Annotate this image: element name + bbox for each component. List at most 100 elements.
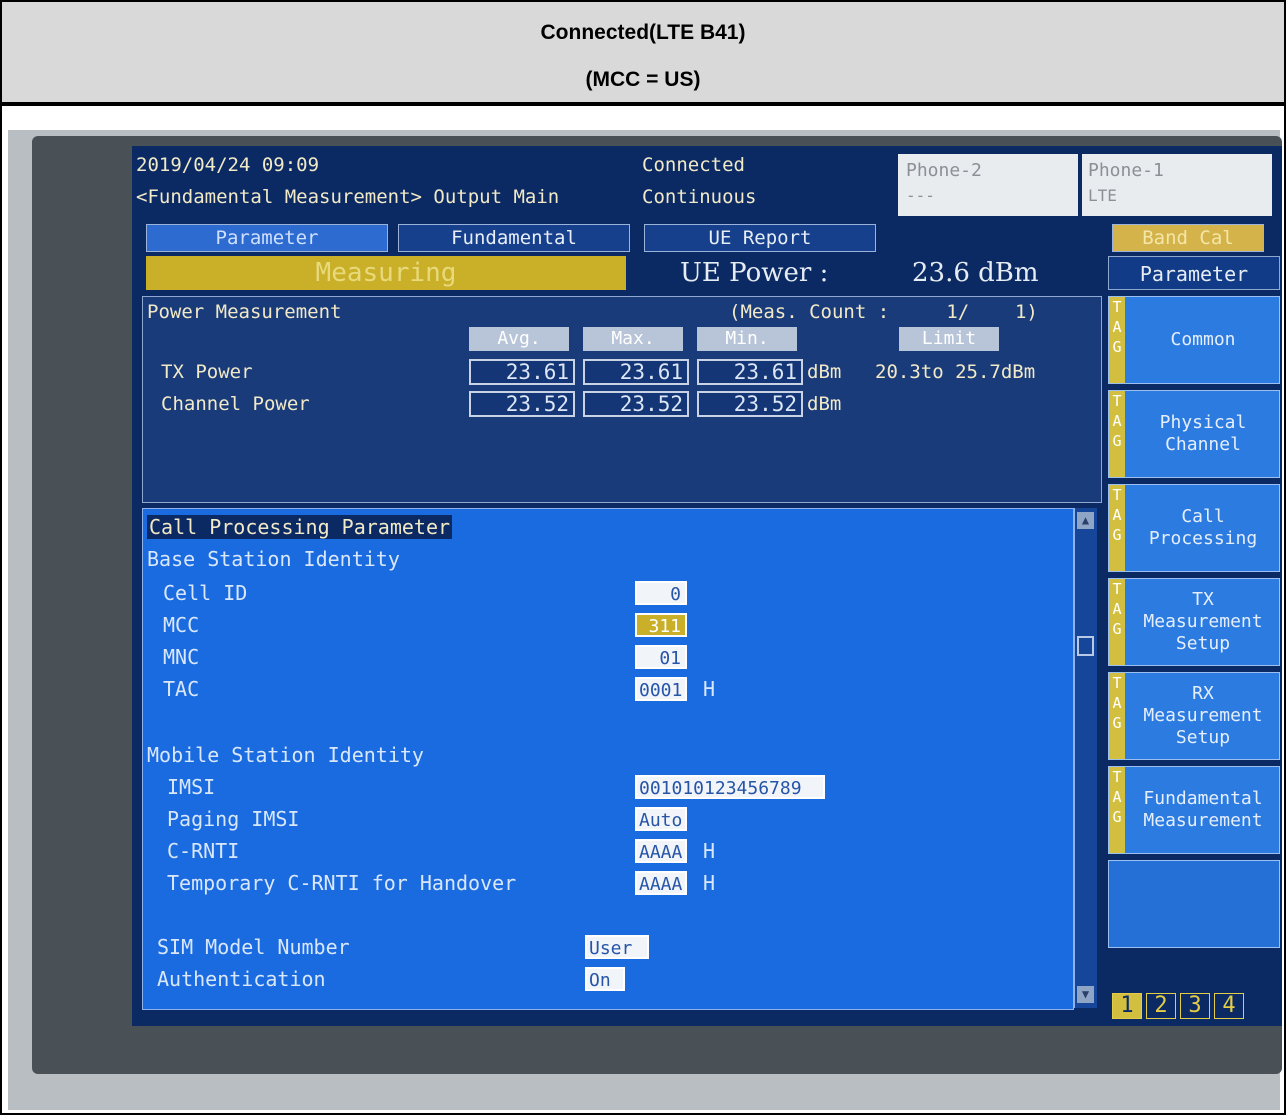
instrument-photo: 2019/04/24 09:09 <Fundamental Measuremen… [8,130,1282,1110]
softkey-fundamental-measurement[interactable]: T A G Fundamental Measurement [1108,766,1280,854]
call-processing-panel: Call Processing Parameter Base Station I… [142,508,1074,1010]
column-avg: Avg. [469,327,569,351]
base-station-heading: Base Station Identity [147,547,400,571]
tac-label: TAC [163,677,200,701]
caption-line-2: (MCC = US) [585,68,701,91]
page-4-button[interactable]: 4 [1214,993,1244,1019]
caption-line-1: Connected(LTE B41) [540,21,746,44]
channel-power-max: 23.52 [583,391,689,417]
power-measurement-title: Power Measurement [147,301,342,323]
column-max: Max. [583,327,683,351]
measurement-mode: <Fundamental Measurement> Output Main [136,186,560,208]
figure-frame: Connected(LTE B41) (MCC = US) 2019/04/24… [0,0,1286,1115]
tx-power-limit: 20.3to 25.7dBm [875,361,1036,383]
screen-bezel: 2019/04/24 09:09 <Fundamental Measuremen… [32,136,1282,1074]
authentication-label: Authentication [157,967,326,991]
imsi-field[interactable]: 001010123456789 [635,775,825,799]
tac-unit: H [703,677,716,701]
scroll-up-icon[interactable]: ▲ [1077,512,1094,529]
channel-power-label: Channel Power [161,393,310,415]
call-processing-title: Call Processing Parameter [147,515,453,539]
tab-ue-report[interactable]: UE Report [644,224,876,252]
ue-power-label: UE Power : [680,258,829,288]
tx-power-avg: 23.61 [469,359,575,385]
c-rnti-label: C-RNTI [167,839,240,863]
softkey-tx-measurement-setup[interactable]: T A G TX Measurement Setup [1108,578,1280,666]
softkey-physical-channel[interactable]: T A G Physical Channel [1108,390,1280,478]
tx-power-max: 23.61 [583,359,689,385]
page-3-button[interactable]: 3 [1180,993,1210,1019]
c-rnti-unit: H [703,839,716,863]
softkey-call-processing[interactable]: T A G Call Processing [1108,484,1280,572]
cell-id-label: Cell ID [163,581,248,605]
tag-marker: T A G [1109,767,1125,853]
softkey-label: TX Measurement Setup [1143,589,1263,654]
cell-id-field[interactable]: 0 [635,581,687,605]
phone-1-label: Phone-1 [1088,160,1164,181]
phone-2-label: Phone-2 [906,160,982,181]
temp-c-rnti-label: Temporary C-RNTI for Handover [167,871,517,895]
side-menu-header: Parameter [1108,256,1280,290]
tx-power-min: 23.61 [697,359,803,385]
sim-model-field[interactable]: User [585,935,649,959]
datetime: 2019/04/24 09:09 [136,154,320,176]
instrument-screen: 2019/04/24 09:09 <Fundamental Measuremen… [132,146,1282,1026]
authentication-field[interactable]: On [585,967,625,991]
connection-status: Connected [642,154,745,176]
vertical-scrollbar[interactable]: ▲ ▼ [1074,508,1097,1008]
page-selector: 1 2 3 4 [1108,991,1280,1021]
mcc-label: MCC [163,613,200,637]
column-limit: Limit [899,327,999,351]
tab-fundamental[interactable]: Fundamental [398,224,630,252]
temp-c-rnti-field[interactable]: AAAA [635,871,687,895]
caption-header: Connected(LTE B41) (MCC = US) [2,2,1284,106]
tag-marker: T A G [1109,391,1125,477]
imsi-label: IMSI [167,775,216,799]
tag-marker: T A G [1109,579,1125,665]
softkey-label: Physical Channel [1159,412,1247,455]
paging-imsi-label: Paging IMSI [167,807,300,831]
channel-power-min: 23.52 [697,391,803,417]
measure-mode-status: Continuous [642,186,757,208]
band-cal-button[interactable]: Band Cal [1112,224,1264,252]
paging-imsi-field[interactable]: Auto [635,807,687,831]
side-menu: Parameter T A G Common T A G Physical Ch… [1108,256,1280,1026]
scroll-thumb[interactable] [1077,636,1094,656]
softkey-label: Call Processing [1148,506,1258,549]
channel-power-avg: 23.52 [469,391,575,417]
temp-c-rnti-unit: H [703,871,716,895]
c-rnti-field[interactable]: AAAA [635,839,687,863]
power-measurement-panel: Power Measurement (Meas. Count : 1/ 1) A… [142,296,1102,503]
phone-1-box: Phone-1 LTE [1082,154,1272,216]
softkey-label [1129,861,1277,947]
mnc-label: MNC [163,645,200,669]
tag-marker: T A G [1109,297,1125,383]
channel-power-unit: dBm [807,393,842,415]
mnc-field[interactable]: 01 [635,645,687,669]
page-2-button[interactable]: 2 [1146,993,1176,1019]
scroll-down-icon[interactable]: ▼ [1077,986,1094,1003]
tx-power-label: TX Power [161,361,253,383]
tag-marker: T A G [1109,485,1125,571]
tag-marker: T A G [1109,673,1125,759]
softkey-empty[interactable] [1108,860,1280,948]
softkey-common[interactable]: T A G Common [1108,296,1280,384]
sim-model-label: SIM Model Number [157,935,350,959]
page-1-button[interactable]: 1 [1112,993,1142,1019]
softkey-label: RX Measurement Setup [1143,683,1263,748]
tac-field[interactable]: 0001 [635,677,687,701]
mobile-station-heading: Mobile Station Identity [147,743,424,767]
phone-2-box: Phone-2 --- [898,154,1078,216]
mcc-field[interactable]: 311 [635,613,687,637]
meas-count: (Meas. Count : 1/ 1) [729,301,1038,323]
tx-power-unit: dBm [807,361,842,383]
softkey-rx-measurement-setup[interactable]: T A G RX Measurement Setup [1108,672,1280,760]
softkey-label: Common [1170,329,1236,350]
column-min: Min. [697,327,797,351]
phone-2-value: --- [906,186,935,205]
softkey-label: Fundamental Measurement [1143,788,1263,831]
tab-parameter[interactable]: Parameter [146,224,388,252]
phone-1-value: LTE [1088,186,1117,205]
measuring-status: Measuring [146,256,626,290]
ue-power-value: 23.6 dBm [912,258,1039,288]
